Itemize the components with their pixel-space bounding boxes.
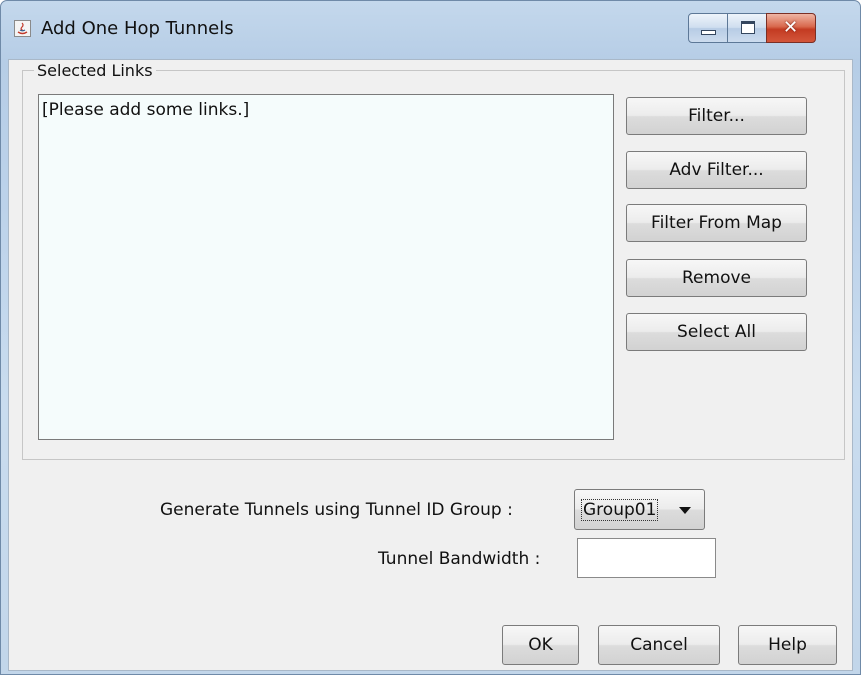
- maximize-icon: [741, 21, 755, 34]
- adv-filter-button[interactable]: Adv Filter...: [626, 151, 807, 189]
- selected-links-list[interactable]: [Please add some links.]: [38, 94, 614, 440]
- tunnel-bandwidth-input[interactable]: [577, 538, 716, 578]
- selected-links-label: Selected Links: [34, 61, 156, 80]
- remove-button[interactable]: Remove: [626, 259, 807, 297]
- dropdown-arrow-icon: [679, 507, 691, 514]
- select-all-button[interactable]: Select All: [626, 313, 807, 351]
- maximize-button[interactable]: [727, 13, 767, 43]
- cancel-button[interactable]: Cancel: [598, 625, 720, 665]
- minimize-button[interactable]: [688, 13, 728, 43]
- minimize-icon: [701, 30, 716, 35]
- filter-from-map-button[interactable]: Filter From Map: [626, 204, 807, 242]
- tunnel-bandwidth-label: Tunnel Bandwidth :: [378, 549, 541, 569]
- ok-button[interactable]: OK: [502, 625, 579, 665]
- tunnel-id-group-value: Group01: [581, 499, 659, 521]
- list-placeholder-text: [Please add some links.]: [42, 100, 250, 120]
- title-bar[interactable]: Add One Hop Tunnels ✕: [1, 1, 860, 59]
- close-button[interactable]: ✕: [766, 13, 816, 43]
- help-button[interactable]: Help: [738, 625, 837, 665]
- window-title: Add One Hop Tunnels: [41, 18, 234, 39]
- tunnel-id-group-label: Generate Tunnels using Tunnel ID Group :: [160, 500, 513, 520]
- close-icon: ✕: [783, 17, 799, 38]
- filter-button[interactable]: Filter...: [626, 97, 807, 135]
- tunnel-id-group-dropdown[interactable]: Group01: [574, 489, 705, 530]
- java-app-icon[interactable]: [14, 20, 31, 37]
